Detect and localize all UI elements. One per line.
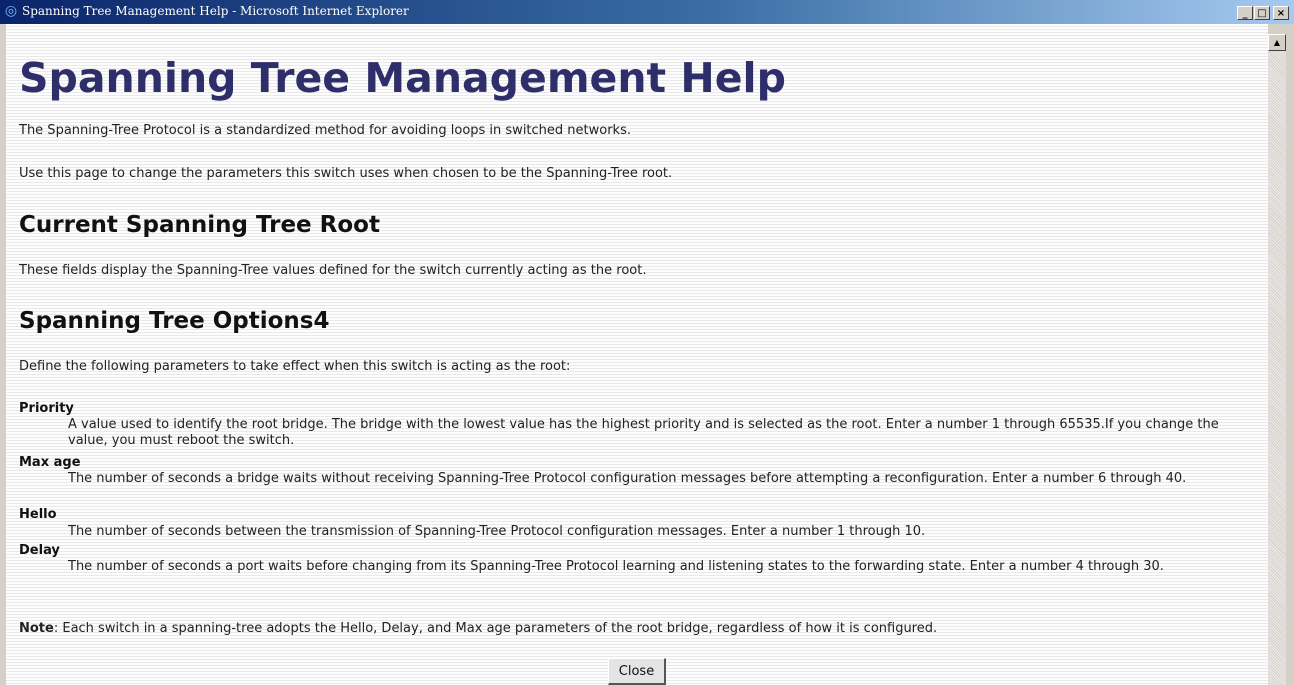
param-desc-max-age: The number of seconds a bridge waits wit… — [68, 471, 1187, 486]
param-term-priority: Priority — [19, 401, 74, 416]
current-root-description: These fields display the Spanning-Tree v… — [19, 263, 647, 278]
param-desc-priority: A value used to identify the root bridge… — [68, 417, 1219, 448]
close-button[interactable]: Close — [608, 658, 666, 685]
param-desc-hello: The number of seconds between the transm… — [68, 524, 926, 539]
options-description: Define the following parameters to take … — [19, 359, 571, 374]
intro-paragraph-1: The Spanning-Tree Protocol is a standard… — [19, 123, 631, 138]
param-desc-delay: The number of seconds a port waits befor… — [68, 559, 1164, 574]
param-term-delay: Delay — [19, 543, 60, 558]
maximize-button[interactable]: □ — [1254, 6, 1270, 20]
close-window-button[interactable]: × — [1273, 6, 1289, 20]
ie-logo-icon: ◎ — [4, 3, 18, 19]
window-title-bar: ◎ Spanning Tree Management Help - Micros… — [0, 0, 1294, 24]
vertical-scrollbar[interactable]: ▲ — [1268, 24, 1294, 685]
minimize-button[interactable]: _ — [1237, 6, 1253, 20]
note-paragraph: Note: Each switch in a spanning-tree ado… — [19, 620, 937, 638]
param-term-hello: Hello — [19, 507, 57, 522]
section-title-options: Spanning Tree Options4 — [19, 308, 330, 334]
window-title: Spanning Tree Management Help - Microsof… — [22, 4, 409, 18]
note-label: Note — [19, 621, 54, 636]
param-term-max-age: Max age — [19, 455, 81, 470]
scroll-up-arrow-icon[interactable]: ▲ — [1268, 34, 1286, 51]
note-text: : Each switch in a spanning-tree adopts … — [53, 621, 938, 636]
scroll-track[interactable] — [1268, 51, 1286, 685]
page-title: Spanning Tree Management Help — [19, 54, 786, 102]
intro-paragraph-2: Use this page to change the parameters t… — [19, 166, 673, 181]
section-title-current-root: Current Spanning Tree Root — [19, 212, 380, 238]
